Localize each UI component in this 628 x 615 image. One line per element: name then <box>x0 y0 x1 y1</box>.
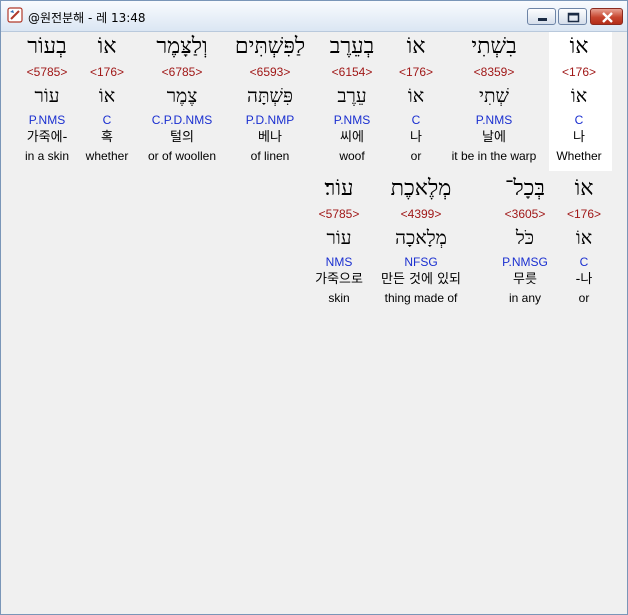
english-gloss: of linen <box>250 149 290 163</box>
strongs-number[interactable]: <176> <box>562 65 596 79</box>
morphology: P.NMSG <box>502 255 548 269</box>
lemma: מְלָאכָה <box>395 227 447 249</box>
strongs-number[interactable]: <6593> <box>250 65 291 79</box>
hebrew-word: בְעוֹר <box>27 34 67 59</box>
english-gloss: or <box>578 291 590 305</box>
english-gloss: skin <box>328 291 350 305</box>
lemma: אוֹ <box>575 227 593 249</box>
strongs-number[interactable]: <176> <box>399 65 433 79</box>
korean-gloss: 만든 것에 있되 <box>380 272 462 287</box>
strongs-number[interactable]: <4399> <box>401 207 442 221</box>
strongs-number[interactable]: <176> <box>567 207 601 221</box>
morphology: P.NMS <box>28 113 66 127</box>
strongs-number[interactable]: <176> <box>90 65 124 79</box>
lemma: פִּשְׁתָּה <box>247 85 293 107</box>
title-bar[interactable]: @원전분해 - 레 13:48 <box>1 1 627 32</box>
korean-gloss: 나 <box>410 130 422 145</box>
strongs-number[interactable]: <6785> <box>162 65 203 79</box>
hebrew-word: אוֹ <box>97 34 117 59</box>
korean-gloss: 혹 <box>101 130 113 145</box>
english-gloss: Whether <box>556 149 602 163</box>
hebrew-word: מְלֶאכֶת <box>390 176 452 201</box>
close-icon <box>602 12 613 23</box>
hebrew-word: אוֹ <box>574 176 594 201</box>
lemma: כֹּל <box>515 227 535 249</box>
lemma: עוֹר <box>34 85 60 107</box>
english-gloss: woof <box>339 149 365 163</box>
hebrew-word: וְלַצָּמֶר <box>156 34 208 59</box>
minimize-icon <box>538 18 547 21</box>
korean-gloss: 가죽에- <box>26 130 68 145</box>
morphology: C <box>102 113 112 127</box>
morphology: C <box>579 255 589 269</box>
strongs-number[interactable]: <5785> <box>319 207 360 221</box>
english-gloss: in a skin <box>24 149 70 163</box>
english-gloss: thing made of <box>384 291 458 305</box>
korean-gloss: -나 <box>575 272 593 287</box>
strongs-number[interactable]: <6154> <box>332 65 373 79</box>
lemma: אוֹ <box>570 85 588 107</box>
hebrew-word: אוֹ <box>406 34 426 59</box>
lemma: אוֹ <box>98 85 116 107</box>
strongs-number[interactable]: <5785> <box>27 65 68 79</box>
interlinear-view: אוֹ <176> אוֹ C 나 Whether בִשְׁתִי <8359> שְׁתִי… <box>1 32 627 614</box>
lemma: עֵרֶב <box>337 85 367 107</box>
strongs-number[interactable]: <8359> <box>474 65 515 79</box>
maximize-icon <box>567 12 580 23</box>
close-button[interactable] <box>590 8 623 25</box>
korean-gloss: 나 <box>573 130 585 145</box>
hebrew-word: לַפִּשְׁתִּים <box>234 34 306 59</box>
korean-gloss: 날에 <box>482 130 506 145</box>
morphology: NFSG <box>404 255 438 269</box>
lemma: אוֹ <box>407 85 425 107</box>
english-gloss: or <box>410 149 422 163</box>
morphology: P.D.NMP <box>245 113 295 127</box>
morphology: C.P.D.NMS <box>151 113 213 127</box>
korean-gloss: 씨에 <box>340 130 364 145</box>
app-window: @원전분해 - 레 13:48 אוֹ <176> אוֹ C 나 Whether בִשְ… <box>0 0 628 615</box>
maximize-button[interactable] <box>558 8 587 25</box>
korean-gloss: 털의 <box>170 130 194 145</box>
morphology: P.NMS <box>475 113 513 127</box>
morphology: C <box>411 113 421 127</box>
minimize-button[interactable] <box>527 8 556 25</box>
korean-gloss: 베나 <box>258 130 282 145</box>
morphology: P.NMS <box>333 113 371 127</box>
morphology: NMS <box>325 255 353 269</box>
lemma: שְׁתִי <box>478 85 510 107</box>
korean-gloss: 가죽으로 <box>315 272 363 287</box>
hebrew-word: בִשְׁתִי <box>471 34 517 59</box>
hebrew-word: עוֹר׃ <box>324 176 354 201</box>
hebrew-word: אוֹ <box>569 34 589 59</box>
hebrew-word: בְעֵרֶב <box>329 34 375 59</box>
english-gloss: or of woollen <box>147 149 217 163</box>
strongs-number[interactable]: <3605> <box>505 207 546 221</box>
english-gloss: it be in the warp <box>451 149 537 163</box>
hebrew-word: בְּכָל־ <box>504 176 546 201</box>
app-icon <box>7 7 23 23</box>
korean-gloss: 무릇 <box>513 272 537 287</box>
english-gloss: in any <box>508 291 542 305</box>
english-gloss: whether <box>85 149 129 163</box>
morphology: C <box>574 113 584 127</box>
lemma: עוֹר <box>326 227 352 249</box>
lemma: צֶמֶר <box>166 85 198 107</box>
window-title: @원전분해 - 레 13:48 <box>28 11 146 25</box>
